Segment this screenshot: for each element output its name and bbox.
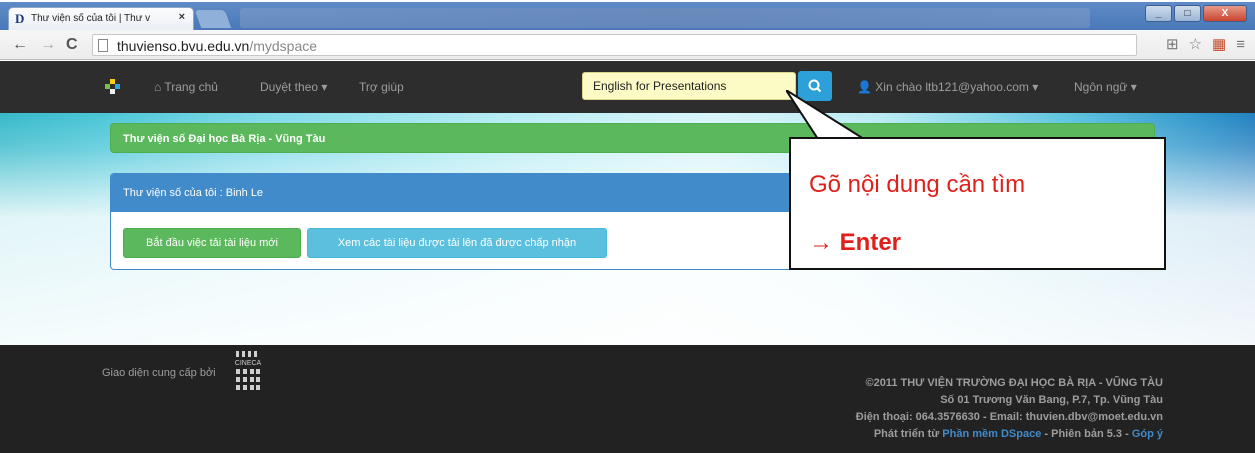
- feedback-link[interactable]: Góp ý: [1132, 428, 1163, 440]
- menu-icon[interactable]: ≡: [1236, 36, 1245, 54]
- tab-close-icon[interactable]: ×: [179, 11, 185, 23]
- user-menu[interactable]: 👤 Xin chào ltb121@yahoo.com ▾: [857, 80, 1038, 94]
- reload-icon[interactable]: C: [66, 36, 78, 54]
- bookmark-star-icon[interactable]: ☆: [1189, 36, 1202, 54]
- footer-info: ©2011 THƯ VIỆN TRƯỜNG ĐẠI HỌC BÀ RỊA - V…: [856, 375, 1163, 443]
- new-tab-button[interactable]: [194, 10, 232, 28]
- cineca-logo[interactable]: CINECA: [234, 351, 262, 395]
- background-windows: [240, 8, 1090, 28]
- url-host: thuvienso.bvu.edu.vn: [117, 38, 250, 54]
- footer-address: Số 01 Trương Văn Bang, P.7, Tp. Vũng Tàu: [940, 394, 1163, 406]
- close-window-button[interactable]: X: [1203, 5, 1247, 22]
- right-arrow-icon: →: [809, 229, 833, 256]
- maximize-button[interactable]: □: [1174, 5, 1201, 22]
- home-icon: ⌂: [154, 80, 162, 94]
- caret-down-icon: ▾: [1032, 80, 1039, 94]
- back-arrow-icon[interactable]: ←: [12, 36, 28, 54]
- view-accepted-button[interactable]: Xem các tài liệu được tải lên đã được ch…: [307, 228, 607, 258]
- footer-copyright: ©2011 THƯ VIỆN TRƯỜNG ĐẠI HỌC BÀ RỊA - V…: [865, 377, 1163, 389]
- dspace-link[interactable]: Phần mềm DSpace: [942, 428, 1041, 440]
- language-label: Ngôn ngữ: [1074, 80, 1128, 94]
- user-label: Xin chào ltb121@yahoo.com: [875, 80, 1029, 94]
- help-link[interactable]: Trợ giúp: [359, 80, 404, 94]
- callout-enter: → Enter: [809, 229, 901, 257]
- page-icon: [98, 39, 108, 52]
- address-toolbar: ← → C thuvienso.bvu.edu.vn/mydspace ⊞ ☆ …: [0, 30, 1255, 60]
- footer-dev-prefix: Phát triển từ: [873, 428, 940, 440]
- site-footer: Giao diện cung cấp bởi CINECA ©2011 THƯ …: [0, 345, 1255, 453]
- callout-box: Gõ nội dung cần tìm → Enter: [789, 137, 1166, 270]
- caret-down-icon: ▾: [321, 80, 328, 94]
- window-controls: _ □ X: [1145, 5, 1247, 22]
- browse-dropdown[interactable]: Duyệt theo ▾: [260, 80, 327, 94]
- callout-pointer: [786, 90, 866, 140]
- dspace-logo-icon[interactable]: [105, 79, 121, 95]
- browser-tab[interactable]: D Thư viện số của tôi | Thư v ×: [8, 7, 194, 31]
- callout-enter-label: Enter: [839, 229, 902, 256]
- site-navbar: ⌂ Trang chủ Duyệt theo ▾ Trợ giúp Englis…: [0, 61, 1255, 113]
- minimize-button[interactable]: _: [1145, 5, 1172, 22]
- mydspace-title: Thư viện số của tôi : Binh Le: [123, 187, 264, 199]
- site-title: Thư viện số Đại học Bà Rịa - Vũng Tàu: [123, 133, 326, 145]
- forward-arrow-icon[interactable]: →: [40, 36, 56, 54]
- url-path: /mydspace: [249, 38, 318, 54]
- footer-version: - Phiên bản 5.3 -: [1044, 428, 1129, 440]
- calendar-extension-icon[interactable]: ▦: [1212, 36, 1226, 54]
- home-label: Trang chủ: [164, 80, 218, 94]
- start-submission-button[interactable]: Bắt đầu việc tải tài liệu mới: [123, 228, 301, 258]
- home-link[interactable]: ⌂ Trang chủ: [154, 80, 218, 94]
- language-dropdown[interactable]: Ngôn ngữ ▾: [1074, 80, 1137, 94]
- footer-dev: Phát triển từ Phần mềm DSpace - Phiên bả…: [856, 426, 1163, 443]
- caret-down-icon: ▾: [1130, 80, 1137, 94]
- dspace-favicon-icon: D: [15, 11, 25, 26]
- browse-label: Duyệt theo: [260, 80, 319, 94]
- cineca-logo-text: CINECA: [235, 360, 262, 367]
- translate-icon[interactable]: ⊞: [1166, 36, 1179, 54]
- browser-tab-bar: D Thư viện số của tôi | Thư v × _ □ X: [0, 2, 1255, 31]
- tab-title: Thư viện số của tôi | Thư v: [31, 13, 151, 24]
- search-input[interactable]: English for Presentations: [582, 72, 796, 100]
- provided-by-text: Giao diện cung cấp bởi: [102, 367, 216, 379]
- url-text: thuvienso.bvu.edu.vn/mydspace: [117, 38, 317, 54]
- footer-contact: Điện thoại: 064.3576630 - Email: thuvien…: [855, 411, 1163, 423]
- address-bar[interactable]: thuvienso.bvu.edu.vn/mydspace: [92, 34, 1137, 56]
- callout-instruction: Gõ nội dung cần tìm: [809, 171, 1026, 198]
